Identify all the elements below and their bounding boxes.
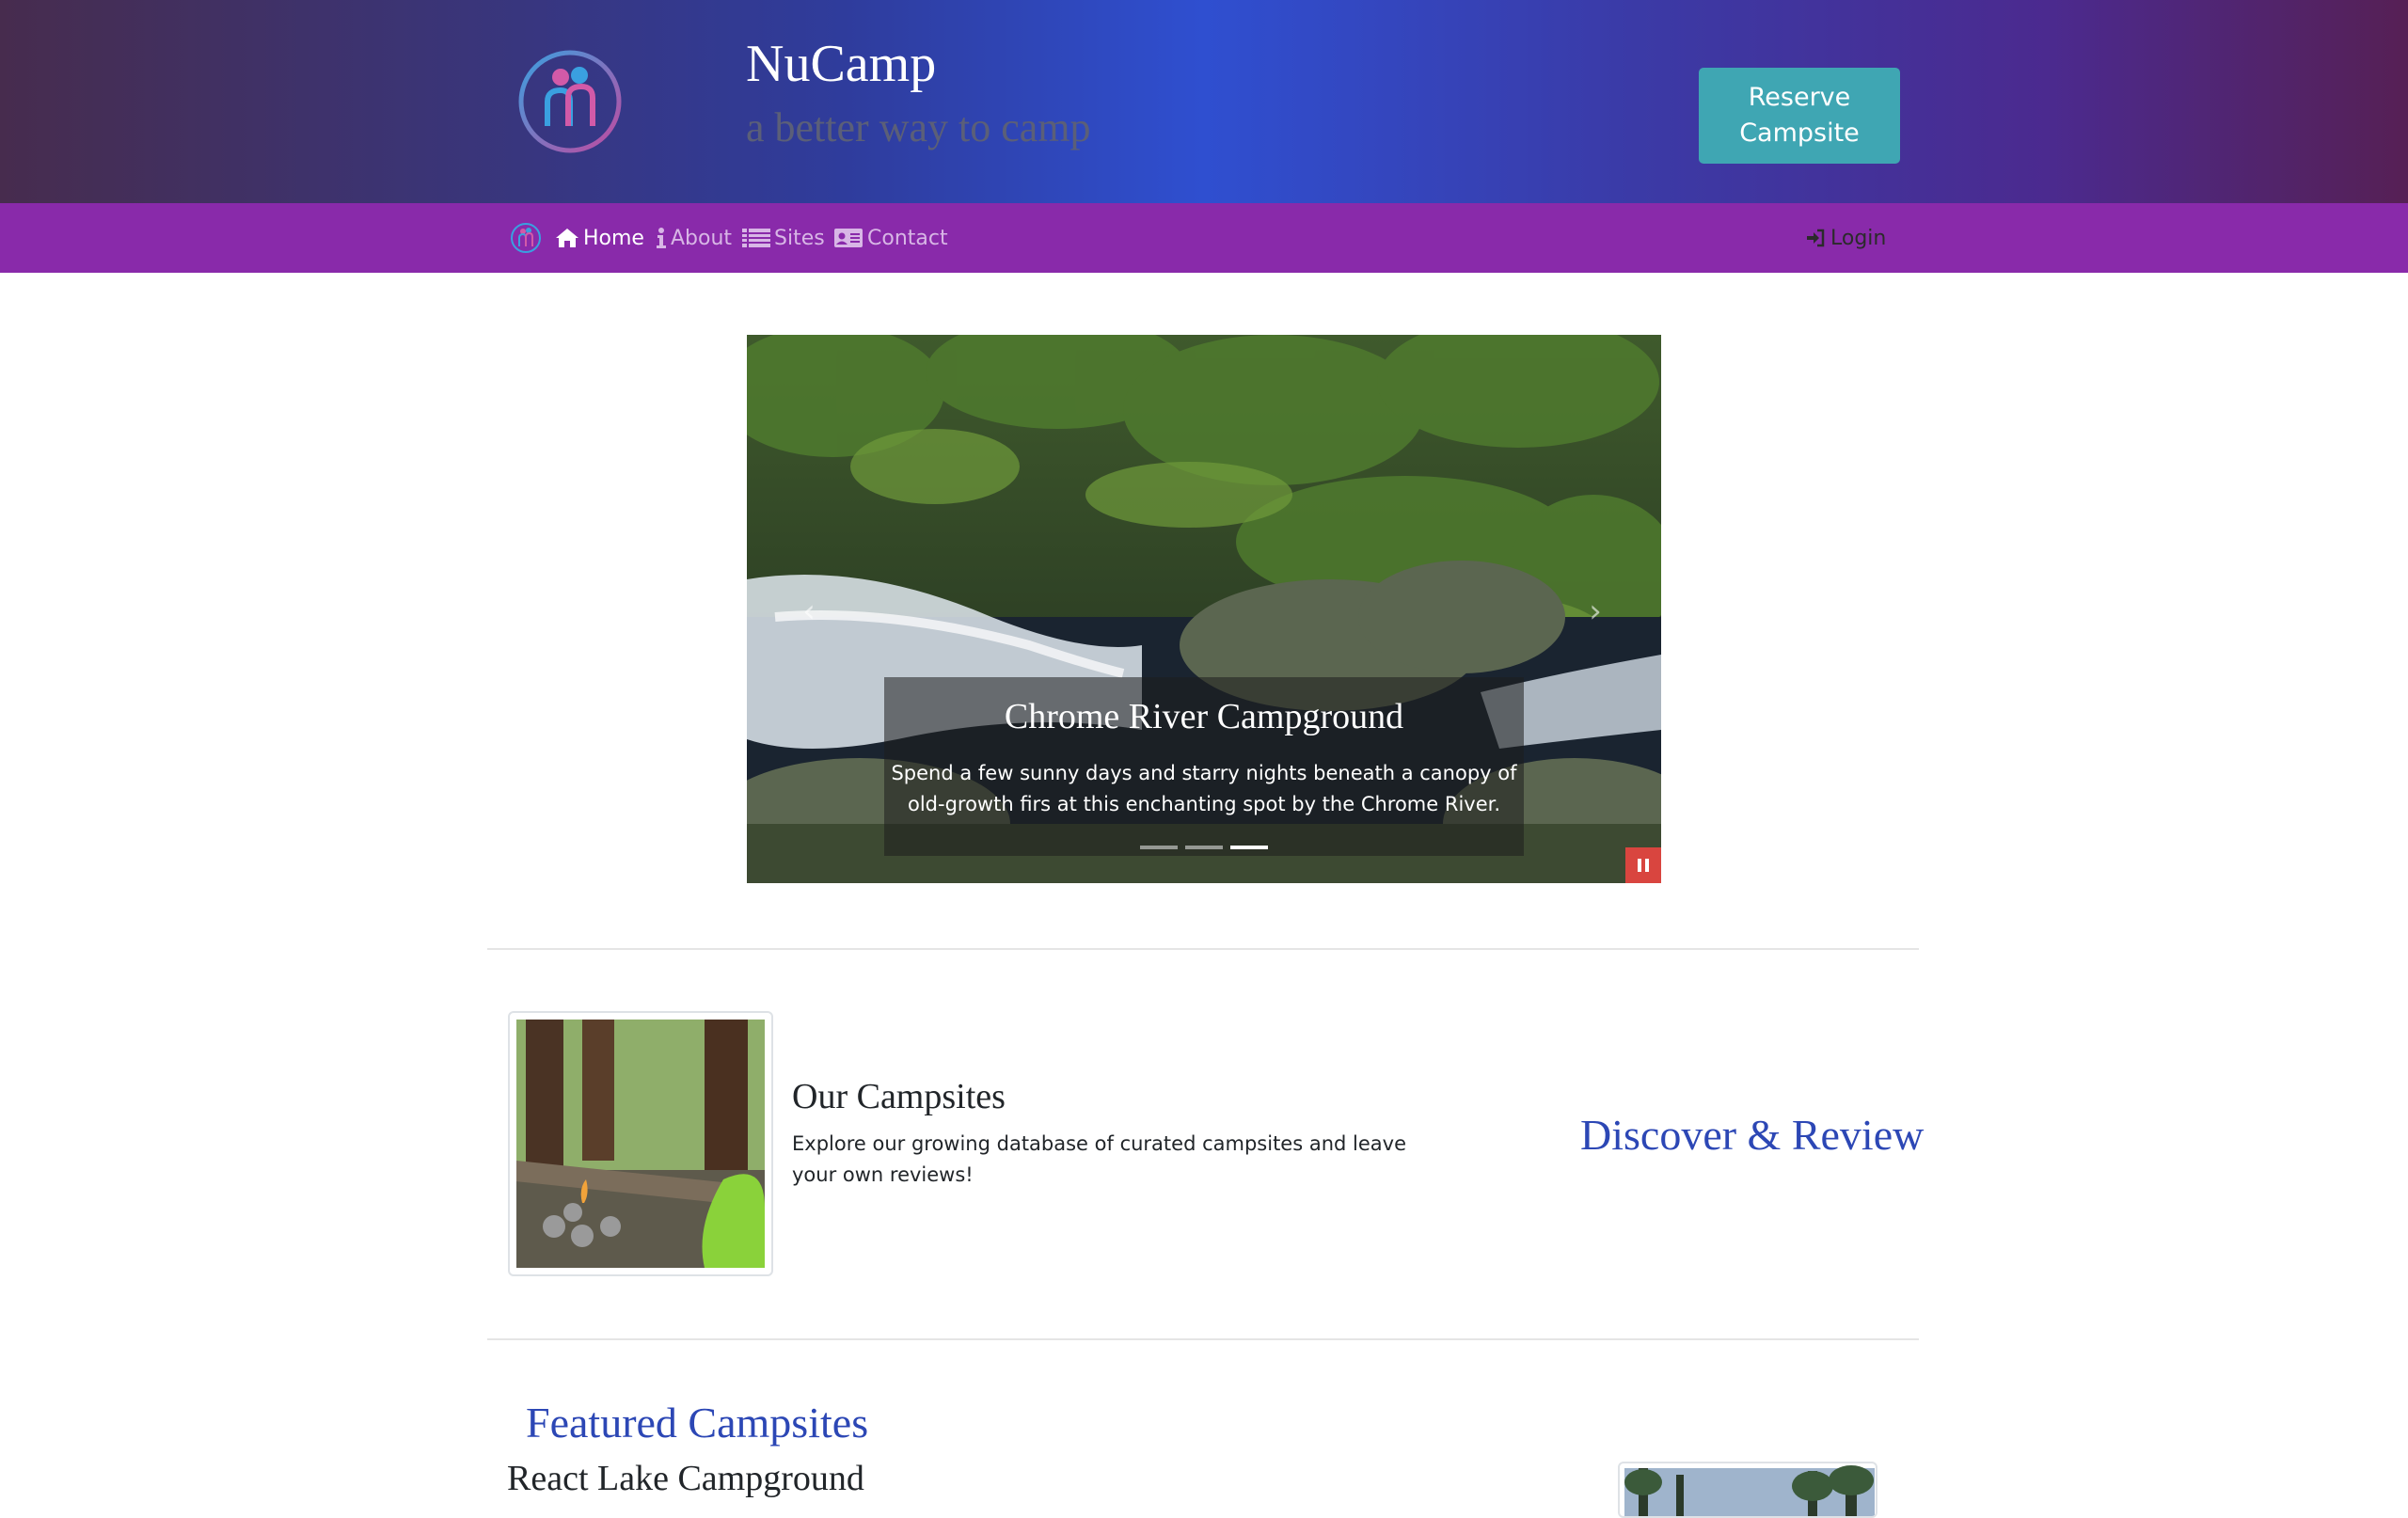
nav-item-label: Contact xyxy=(867,226,948,250)
nav-item-home[interactable]: Home xyxy=(555,224,644,252)
address-card-icon xyxy=(834,229,863,247)
carousel-indicator-1[interactable] xyxy=(1140,846,1178,849)
pause-icon xyxy=(1638,859,1649,872)
featured-campsites-heading: Featured Campsites xyxy=(526,1399,869,1447)
login-button[interactable]: Login xyxy=(1806,224,1886,252)
carousel-caption: Chrome River Campground Spend a few sunn… xyxy=(884,677,1524,856)
nav-item-about[interactable]: About xyxy=(656,224,732,252)
navbar-logo-icon[interactable] xyxy=(510,222,542,254)
nucamp-logo-icon[interactable] xyxy=(517,49,623,154)
nav-item-label: About xyxy=(671,226,733,250)
featured-campground-thumbnail xyxy=(1618,1462,1877,1518)
carousel-next-button[interactable]: › xyxy=(1576,593,1614,630)
carousel-indicator-3[interactable] xyxy=(1230,846,1268,849)
carousel-caption-title: Chrome River Campground xyxy=(1004,697,1404,736)
campsites-description: Explore our growing database of curated … xyxy=(792,1132,1406,1186)
nav-item-contact[interactable]: Contact xyxy=(833,224,948,252)
campsites-heading: Our Campsites xyxy=(792,1077,1006,1116)
nav-item-label: Home xyxy=(583,226,644,250)
sign-in-icon xyxy=(1807,229,1825,247)
featured-campground-name: React Lake Campground xyxy=(507,1459,864,1498)
reserve-campsite-button[interactable]: Reserve Campsite xyxy=(1699,68,1900,164)
discover-review-heading: Discover & Review xyxy=(1580,1111,1925,1159)
site-title: NuCamp xyxy=(746,35,937,93)
chevron-right-icon: › xyxy=(1589,593,1602,630)
carousel-prev-button[interactable]: ‹ xyxy=(790,593,828,630)
section-divider xyxy=(487,1338,1919,1340)
campsite-photo xyxy=(516,1020,765,1268)
carousel-pause-button[interactable] xyxy=(1625,847,1661,883)
info-icon xyxy=(657,228,666,248)
header-jumbotron: NuCamp a better way to camp Reserve Camp… xyxy=(0,0,2408,203)
chevron-left-icon: ‹ xyxy=(802,593,816,630)
carousel-caption-text: Spend a few sunny days and starry nights… xyxy=(891,762,1517,815)
nav-item-sites[interactable]: Sites xyxy=(742,224,825,252)
campsites-thumbnail xyxy=(508,1011,773,1276)
login-label: Login xyxy=(1830,226,1887,250)
nav-item-label: Sites xyxy=(774,226,825,250)
carousel-indicator-2[interactable] xyxy=(1185,846,1223,849)
site-tagline: a better way to camp xyxy=(746,104,1091,150)
image-carousel[interactable]: ‹ › Chrome River Campground Spend a few … xyxy=(747,335,1661,883)
navbar: Home About Sites Contact Login xyxy=(0,203,2408,273)
featured-campground-photo xyxy=(1624,1465,1875,1516)
section-divider xyxy=(487,948,1919,950)
home-icon xyxy=(556,229,578,247)
list-icon xyxy=(742,229,770,247)
